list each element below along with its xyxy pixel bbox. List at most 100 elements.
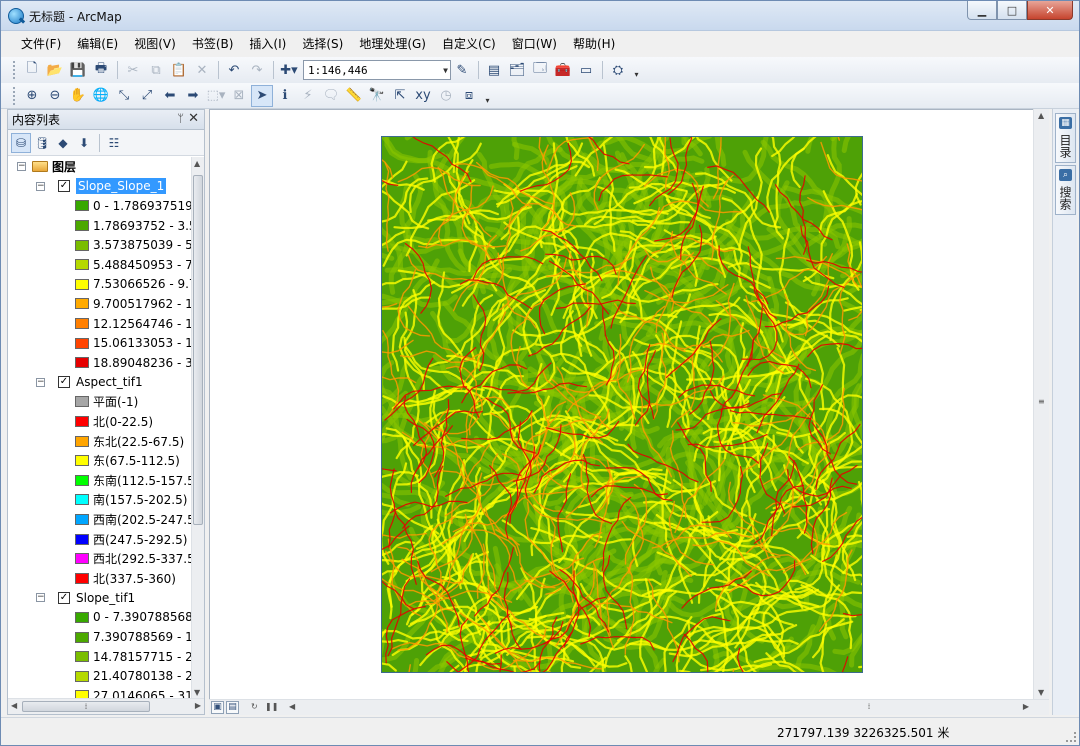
menu-insert[interactable]: 插入(I) <box>241 32 294 56</box>
new-document-icon[interactable]: 🗋 <box>21 59 43 81</box>
find-binoculars-icon[interactable]: 🔭 <box>366 85 388 107</box>
scroll-thumb[interactable]: ≡ <box>1038 397 1045 406</box>
scroll-thumb[interactable]: ⁞ <box>509 702 1080 713</box>
layer-name[interactable]: Slope_tif1 <box>76 591 135 605</box>
scroll-right-icon[interactable]: ▶ <box>1023 702 1029 711</box>
minimize-button[interactable]: ▁ <box>967 1 997 20</box>
layout-view-icon[interactable]: ▤ <box>226 701 239 714</box>
menu-windows[interactable]: 窗口(W) <box>504 32 565 56</box>
menu-view[interactable]: 视图(V) <box>126 32 184 56</box>
list-by-visibility-icon[interactable]: ◆ <box>53 133 73 153</box>
select-features-icon[interactable]: ⬚▾ <box>205 85 227 107</box>
list-by-selection-icon[interactable]: ⬇ <box>74 133 94 153</box>
zoom-out-icon[interactable]: ⊖ <box>44 85 66 107</box>
scroll-thumb[interactable] <box>193 175 203 525</box>
layer-visibility-checkbox[interactable]: ✓ <box>58 591 70 604</box>
map-horizontal-scrollbar[interactable]: ▣ ▤ ↻ ❚❚ ◀ ⁞ ▶ <box>209 699 1049 715</box>
arcmap-app-icon[interactable] <box>8 8 24 24</box>
time-slider-icon[interactable]: ◷ <box>435 85 457 107</box>
fixed-zoom-in-icon[interactable]: ⤡ <box>113 85 135 107</box>
html-popup-icon[interactable]: 🗨 <box>320 85 342 107</box>
scroll-left-icon[interactable]: ◀ <box>289 702 295 711</box>
layer-group-row[interactable]: − 图层 <box>8 157 192 177</box>
layer-row[interactable]: − ✓ Slope_tif1 <box>8 588 192 608</box>
scroll-down-icon[interactable]: ▼ <box>194 688 200 697</box>
pin-icon[interactable]: ᛘ <box>177 112 184 125</box>
toolbar-grip[interactable] <box>13 86 17 105</box>
toolbar-overflow-icon[interactable]: ▾ <box>483 87 492 105</box>
paste-icon[interactable]: 📋 <box>168 59 190 81</box>
scroll-up-icon[interactable]: ▲ <box>1038 111 1044 120</box>
layer-name[interactable]: Aspect_tif1 <box>76 375 143 389</box>
toolbar-grip[interactable] <box>13 61 17 79</box>
pause-drawing-icon[interactable]: ❚❚ <box>265 702 278 711</box>
menu-bookmarks[interactable]: 书签(B) <box>184 32 242 56</box>
select-elements-arrow-icon[interactable]: ➤ <box>251 84 273 107</box>
redo-icon[interactable]: ↷ <box>246 59 268 81</box>
resize-grip[interactable] <box>1066 732 1076 742</box>
list-by-source-icon[interactable]: 🛢 <box>32 133 52 153</box>
list-by-drawing-order-icon[interactable]: ⛁ <box>11 132 31 153</box>
pan-hand-icon[interactable]: ✋ <box>67 85 89 107</box>
print-icon[interactable]: 🖶 <box>90 59 112 81</box>
map-scale-dropdown[interactable]: 1:146,446 ▼ <box>303 60 451 80</box>
go-to-xy-icon[interactable]: xy <box>412 85 434 107</box>
menu-file[interactable]: 文件(F) <box>13 32 69 56</box>
map-vertical-scrollbar[interactable]: ▲ ≡ ▼ <box>1033 109 1049 699</box>
fixed-zoom-out-icon[interactable]: ⤢ <box>136 85 158 107</box>
scroll-thumb[interactable]: ⁞ <box>22 701 150 712</box>
add-data-icon[interactable]: ✚▾ <box>278 59 300 81</box>
refresh-icon[interactable]: ↻ <box>251 702 258 711</box>
collapse-icon[interactable]: − <box>36 377 45 387</box>
scroll-down-icon[interactable]: ▼ <box>1038 688 1044 697</box>
collapse-icon[interactable]: − <box>17 162 26 172</box>
close-button[interactable]: ✕ <box>1027 1 1073 20</box>
title-bar[interactable]: 无标题 - ArcMap ▁ □ ✕ <box>1 1 1079 31</box>
cut-icon[interactable]: ✂ <box>122 59 144 81</box>
collapse-icon[interactable]: − <box>36 181 45 191</box>
toc-options-icon[interactable]: ☷ <box>104 133 124 153</box>
zoom-in-icon[interactable]: ⊕ <box>21 85 43 107</box>
open-folder-icon[interactable]: 📂 <box>44 59 66 81</box>
maximize-button[interactable]: □ <box>997 1 1027 20</box>
scroll-left-icon[interactable]: ◀ <box>11 701 17 710</box>
close-panel-icon[interactable]: ✕ <box>188 111 199 126</box>
measure-ruler-icon[interactable]: 📏 <box>343 85 365 107</box>
catalog-dock-tab[interactable]: ▦ 目录 <box>1055 113 1076 163</box>
full-extent-globe-icon[interactable]: 🌐 <box>90 85 112 107</box>
toc-vertical-scrollbar[interactable]: ▲ ▼ <box>191 157 204 699</box>
menu-geoprocessing[interactable]: 地理处理(G) <box>351 32 434 56</box>
toolbar-overflow-icon[interactable]: ▾ <box>632 61 641 79</box>
save-icon[interactable]: 💾 <box>67 59 89 81</box>
search-window-icon[interactable]: 🗔 <box>529 59 551 81</box>
arctoolbox-icon[interactable]: 🧰 <box>552 59 574 81</box>
slope-raster-map[interactable] <box>381 136 863 673</box>
editor-toolbar-icon[interactable]: ✎ <box>451 59 473 81</box>
copy-icon[interactable]: ⧉ <box>145 59 167 81</box>
layer-row[interactable]: − ✓ Aspect_tif1 <box>8 373 192 393</box>
create-viewer-window-icon[interactable]: ⧈ <box>458 85 480 107</box>
menu-selection[interactable]: 选择(S) <box>294 32 351 56</box>
delete-icon[interactable]: ✕ <box>191 59 213 81</box>
search-dock-tab[interactable]: ⌕ 搜索 <box>1055 165 1076 215</box>
python-window-icon[interactable]: ▭ <box>575 59 597 81</box>
layer-visibility-checkbox[interactable]: ✓ <box>58 180 70 193</box>
toc-horizontal-scrollbar[interactable]: ◀ ⁞ ▶ <box>8 698 204 714</box>
model-builder-icon[interactable]: ⛭ <box>607 59 629 81</box>
undo-icon[interactable]: ↶ <box>223 59 245 81</box>
menu-edit[interactable]: 编辑(E) <box>69 32 126 56</box>
identify-info-icon[interactable]: ℹ <box>274 85 296 107</box>
hyperlink-lightning-icon[interactable]: ⚡ <box>297 85 319 107</box>
layer-name[interactable]: Slope_Slope_1 <box>76 178 167 195</box>
menu-help[interactable]: 帮助(H) <box>565 32 623 56</box>
data-view-icon[interactable]: ▣ <box>211 701 224 714</box>
catalog-window-icon[interactable]: 🗂 <box>506 59 528 81</box>
scroll-right-icon[interactable]: ▶ <box>195 701 201 710</box>
collapse-icon[interactable]: − <box>36 593 45 603</box>
find-route-icon[interactable]: ⇱ <box>389 85 411 107</box>
clear-selection-icon[interactable]: ⊠ <box>228 85 250 107</box>
menu-customize[interactable]: 自定义(C) <box>434 32 504 56</box>
back-arrow-icon[interactable]: ⬅ <box>159 85 181 107</box>
scroll-up-icon[interactable]: ▲ <box>194 159 200 168</box>
layer-row[interactable]: − ✓ Slope_Slope_1 <box>8 177 192 197</box>
